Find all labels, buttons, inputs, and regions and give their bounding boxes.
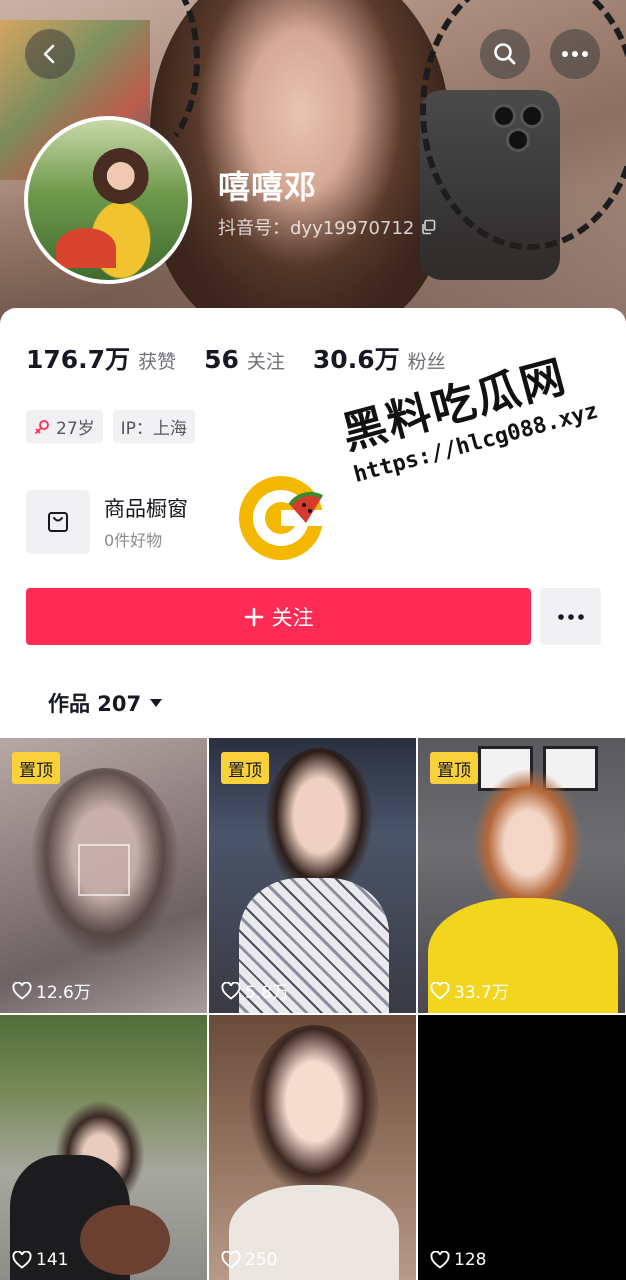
stat-label: 粉丝 <box>407 351 446 373</box>
back-arrow-icon <box>43 44 55 64</box>
video-like-count: 141 <box>12 1250 68 1270</box>
like-count-text: 141 <box>36 1250 69 1270</box>
product-showcase-entry[interactable]: 商品橱窗 0件好物 <box>26 490 188 554</box>
more-icon <box>562 51 588 57</box>
like-count-text: 5.8万 <box>245 983 290 1003</box>
stat-likes[interactable]: 176.7万 获赞 <box>26 340 176 376</box>
follow-button[interactable]: 关注 <box>26 588 531 645</box>
video-tile[interactable]: 置顶 33.7万 <box>418 738 625 1013</box>
video-like-count: 128 <box>430 1250 486 1270</box>
video-tile[interactable]: 置顶 5.8万 <box>209 738 416 1013</box>
video-like-count: 5.8万 <box>221 978 289 1003</box>
heart-outline-icon <box>221 1251 241 1269</box>
profile-nickname: 嘻嘻邓 <box>218 168 318 206</box>
profile-tags: 27岁 IP：上海 <box>26 410 195 443</box>
search-button[interactable] <box>480 29 530 79</box>
stat-value: 30.6万 <box>312 345 400 374</box>
heart-outline-icon <box>430 981 450 1000</box>
tab-works[interactable]: 作品 207 <box>48 688 163 718</box>
heart-outline-icon <box>221 981 241 1000</box>
stat-value: 56 <box>204 345 239 374</box>
caret-down-icon <box>150 699 163 707</box>
video-like-count: 12.6万 <box>12 978 91 1003</box>
more-icon <box>557 613 584 620</box>
age-tag: 27岁 <box>26 410 103 443</box>
pinned-badge: 置顶 <box>430 752 478 784</box>
watermark-logo <box>239 476 324 560</box>
avatar[interactable] <box>24 116 192 284</box>
works-tab-label: 作品 207 <box>48 692 142 716</box>
douyin-id-text: 抖音号：dyy19970712 <box>218 218 415 239</box>
video-tile[interactable]: 128 <box>418 1015 626 1280</box>
heart-outline-icon <box>12 1251 32 1269</box>
video-tile[interactable]: 141 <box>0 1015 207 1280</box>
copy-icon[interactable] <box>420 219 436 235</box>
like-count-text: 33.7万 <box>454 983 509 1003</box>
ip-location-tag: IP：上海 <box>112 410 195 443</box>
stat-label: 获赞 <box>138 351 177 373</box>
video-tile[interactable]: 250 <box>209 1015 416 1280</box>
video-tile[interactable]: 置顶 12.6万 <box>0 738 207 1013</box>
shop-icon-box <box>26 490 90 554</box>
profile-stats: 176.7万 获赞 56 关注 30.6万 粉丝 <box>26 340 446 376</box>
age-text: 27岁 <box>56 419 95 439</box>
stat-following[interactable]: 56 关注 <box>204 345 285 374</box>
stat-followers[interactable]: 30.6万 粉丝 <box>313 340 446 376</box>
video-like-count: 250 <box>221 1250 277 1270</box>
follow-label: 关注 <box>271 605 314 630</box>
female-icon <box>35 419 49 434</box>
more-options-button[interactable] <box>550 29 600 79</box>
video-like-count: 33.7万 <box>430 978 509 1003</box>
pinned-badge: 置顶 <box>221 752 269 784</box>
like-count-text: 12.6万 <box>36 983 91 1003</box>
like-count-text: 128 <box>454 1250 487 1270</box>
heart-outline-icon <box>430 1251 450 1269</box>
shopping-bag-icon <box>48 512 68 532</box>
stat-label: 关注 <box>246 351 285 373</box>
pinned-badge: 置顶 <box>12 752 60 784</box>
plus-icon <box>244 607 263 626</box>
shop-subtitle: 0件好物 <box>104 531 163 550</box>
works-grid: 置顶 12.6万 置顶 5.8万 置顶 33.7万 141 250 128 <box>0 738 626 1280</box>
shop-title: 商品橱窗 <box>104 497 188 521</box>
douyin-id[interactable]: 抖音号：dyy19970712 <box>218 214 436 240</box>
back-button[interactable] <box>25 29 75 79</box>
ip-location-text: IP：上海 <box>120 419 187 439</box>
heart-outline-icon <box>12 981 32 1000</box>
stat-value: 176.7万 <box>26 345 131 374</box>
search-icon <box>494 43 516 65</box>
follow-more-button[interactable] <box>540 588 601 645</box>
like-count-text: 250 <box>245 1250 278 1270</box>
